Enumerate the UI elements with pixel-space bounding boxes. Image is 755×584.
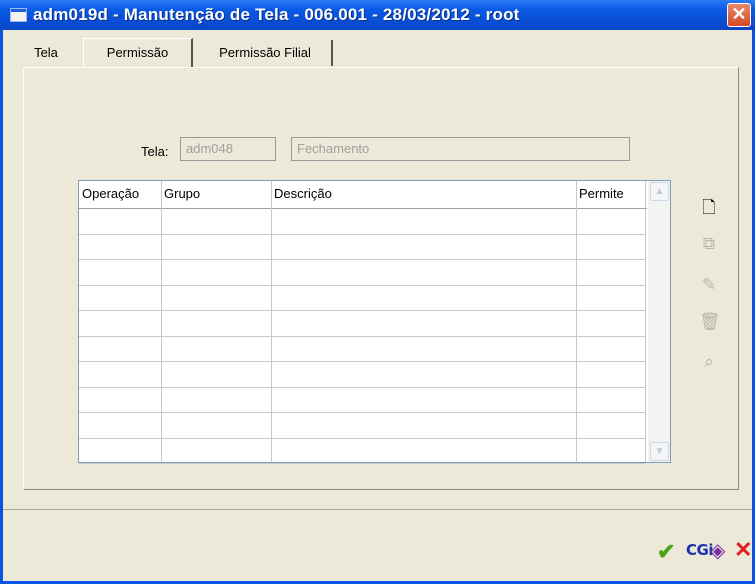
window-title: adm019d - Manutenção de Tela - 006.001 -… [33,5,520,24]
table-row-divider [79,387,645,388]
close-button[interactable]: ✕ [727,3,751,27]
edit-icon[interactable]: ✎ [699,275,719,295]
column-header-grupo[interactable]: Grupo [161,181,271,208]
grid-header: Operação Grupo Descrição Permite [79,181,647,209]
column-divider [161,181,162,462]
table-row-divider [79,361,645,362]
app-window: adm019d - Manutenção de Tela - 006.001 -… [0,0,755,584]
table-row-divider [79,412,645,413]
title-bar[interactable]: adm019d - Manutenção de Tela - 006.001 -… [0,0,755,30]
column-header-operacao[interactable]: Operação [79,181,161,208]
tab-permissao[interactable]: Permissão [83,38,193,67]
tela-code-field[interactable]: adm048 [180,137,276,161]
tab-tela[interactable]: Tela [26,40,66,66]
window-icon [10,8,27,22]
table-row-divider [79,310,645,311]
scroll-down-button[interactable]: ▼ [650,442,669,461]
column-header-permite[interactable]: Permite [576,181,646,208]
vertical-scrollbar[interactable]: ▲ ▼ [648,181,670,462]
table-row-divider [79,285,645,286]
table-row-divider [79,438,645,439]
cgi-icon[interactable]: CGi [686,541,713,559]
bottom-toolbar [3,509,752,577]
table-row-divider [79,336,645,337]
column-header-descricao[interactable]: Descrição [271,181,576,208]
table-row-divider [79,234,645,235]
book-icon[interactable]: ◈ [710,538,725,563]
tela-label: Tela: [141,144,169,159]
confirm-icon[interactable]: ✔ [657,541,675,563]
column-divider [271,181,272,462]
scroll-up-button[interactable]: ▲ [650,182,669,201]
new-icon[interactable]: 🗋 [699,198,719,218]
permission-grid[interactable]: Operação Grupo Descrição Permite ▲ ▼ [78,180,671,464]
column-divider [645,181,646,462]
delete-icon[interactable]: 🗑 [699,312,721,332]
tab-permissao-filial[interactable]: Permissão Filial [199,40,333,66]
cancel-icon[interactable]: ✕ [734,537,752,563]
table-row-divider [79,259,645,260]
copy-icon[interactable]: ⧉ [699,234,719,254]
tela-description-field[interactable]: Fechamento [291,137,630,161]
search-icon[interactable]: ⌕ [699,352,719,372]
column-divider [576,181,577,462]
table-row-divider [79,463,645,464]
